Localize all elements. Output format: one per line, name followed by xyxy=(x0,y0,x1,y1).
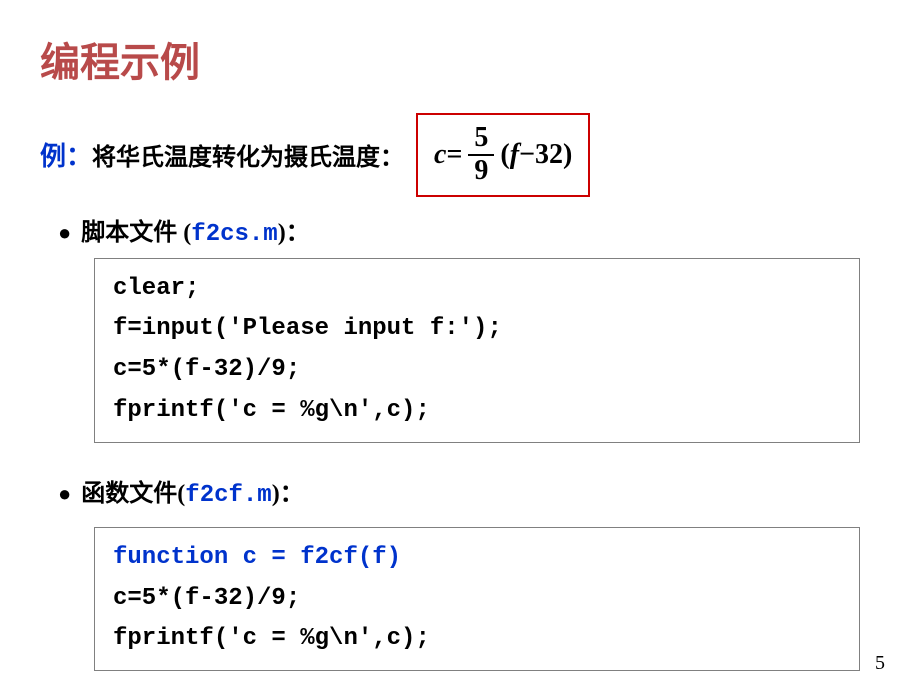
code-line: fprintf('c = %g\n',c); xyxy=(113,619,841,660)
example-label: 例： xyxy=(40,136,92,173)
bullet-icon: ● xyxy=(58,481,71,507)
example-description: 将华氏温度转化为摄氏温度： xyxy=(92,137,404,172)
label-pre: 脚本文件 ( xyxy=(81,220,191,246)
script-filename: f2cs.m xyxy=(191,221,277,248)
code-line-function-decl: function c = f2cf(f) xyxy=(113,538,841,579)
formula-var-f: f xyxy=(510,139,519,171)
formula-paren-close: ) xyxy=(563,139,572,171)
slide-title: 编程示例 xyxy=(40,30,880,88)
fraction-numerator: 5 xyxy=(468,123,494,156)
script-code-box: clear; f=input('Please input f:'); c=5*(… xyxy=(94,258,860,443)
function-file-heading: ● 函数文件(f2cf.m)： xyxy=(58,473,880,509)
function-code-box: function c = f2cf(f) c=5*(f-32)/9; fprin… xyxy=(94,527,860,671)
label-post: )： xyxy=(272,481,304,507)
bullet-icon: ● xyxy=(58,220,71,246)
page-number: 5 xyxy=(875,652,885,675)
function-filename: f2cf.m xyxy=(185,482,271,509)
code-line: c=5*(f-32)/9; xyxy=(113,579,841,620)
formula-fraction: 5 9 xyxy=(468,123,494,187)
function-file-label: 函数文件(f2cf.m)： xyxy=(81,473,303,509)
script-file-label: 脚本文件 (f2cs.m)： xyxy=(81,212,309,248)
fraction-denominator: 9 xyxy=(468,156,494,187)
formula-const: 32 xyxy=(535,139,563,171)
formula-minus: − xyxy=(519,139,535,171)
script-file-heading: ● 脚本文件 (f2cs.m)： xyxy=(58,212,880,248)
label-post: )： xyxy=(278,220,310,246)
formula-box: c = 5 9 ( f − 32 ) xyxy=(416,113,590,197)
label-pre: 函数文件( xyxy=(81,481,185,507)
formula-eq: = xyxy=(446,139,462,171)
code-line: f=input('Please input f:'); xyxy=(113,309,841,350)
formula-paren-open: ( xyxy=(500,139,509,171)
example-line: 例： 将华氏温度转化为摄氏温度： c = 5 9 ( f − 32 ) xyxy=(40,113,880,197)
code-line: c=5*(f-32)/9; xyxy=(113,350,841,391)
code-line: clear; xyxy=(113,269,841,310)
formula-lhs: c xyxy=(434,139,446,171)
code-line: fprintf('c = %g\n',c); xyxy=(113,391,841,432)
